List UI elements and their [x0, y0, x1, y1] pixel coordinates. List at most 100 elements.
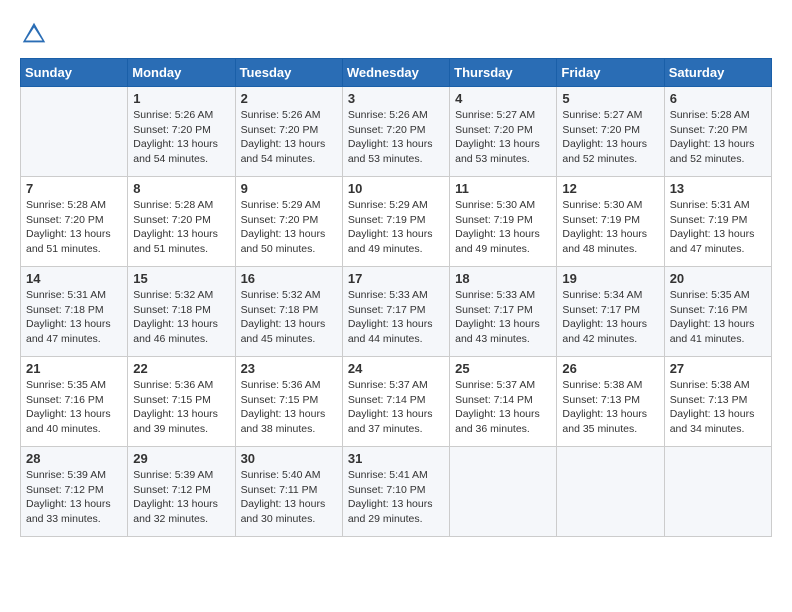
calendar-cell — [450, 447, 557, 537]
calendar-cell: 12Sunrise: 5:30 AMSunset: 7:19 PMDayligh… — [557, 177, 664, 267]
day-info: Sunrise: 5:33 AMSunset: 7:17 PMDaylight:… — [348, 288, 444, 347]
calendar-cell: 4 Sunrise: 5:27 AMSunset: 7:20 PMDaylight… — [450, 87, 557, 177]
day-info: Sunrise: 5:31 AMSunset: 7:19 PMDaylight:… — [670, 198, 766, 257]
day-number: 13 — [670, 181, 766, 196]
day-info: Sunrise: 5:38 AMSunset: 7:13 PMDaylight:… — [670, 378, 766, 437]
day-number: 30 — [241, 451, 337, 466]
day-info: Sunrise: 5:36 AMSunset: 7:15 PMDaylight:… — [241, 378, 337, 437]
calendar-cell — [21, 87, 128, 177]
weekday-header-row: SundayMondayTuesdayWednesdayThursdayFrid… — [21, 59, 772, 87]
day-number: 1 — [133, 91, 229, 106]
week-row-1: 1 Sunrise: 5:26 AMSunset: 7:20 PMDaylight… — [21, 87, 772, 177]
day-number: 29 — [133, 451, 229, 466]
day-number: 26 — [562, 361, 658, 376]
day-number: 28 — [26, 451, 122, 466]
calendar-cell — [557, 447, 664, 537]
day-info: Sunrise: 5:26 AMSunset: 7:20 PMDaylight:… — [241, 108, 337, 167]
calendar-cell: 19 Sunrise: 5:34 AMSunset: 7:17 PMDayligh… — [557, 267, 664, 357]
calendar-cell: 21 Sunrise: 5:35 AMSunset: 7:16 PMDayligh… — [21, 357, 128, 447]
day-info: Sunrise: 5:39 AMSunset: 7:12 PMDaylight:… — [26, 468, 122, 527]
day-info: Sunrise: 5:35 AMSunset: 7:16 PMDaylight:… — [26, 378, 122, 437]
calendar-cell: 31Sunrise: 5:41 AMSunset: 7:10 PMDayligh… — [342, 447, 449, 537]
page-header — [20, 20, 772, 48]
calendar-cell: 14 Sunrise: 5:31 AMSunset: 7:18 PMDayligh… — [21, 267, 128, 357]
calendar-cell: 1 Sunrise: 5:26 AMSunset: 7:20 PMDaylight… — [128, 87, 235, 177]
day-number: 14 — [26, 271, 122, 286]
calendar-cell: 7 Sunrise: 5:28 AMSunset: 7:20 PMDaylight… — [21, 177, 128, 267]
calendar-cell: 28 Sunrise: 5:39 AMSunset: 7:12 PMDayligh… — [21, 447, 128, 537]
day-number: 16 — [241, 271, 337, 286]
day-info: Sunrise: 5:28 AMSunset: 7:20 PMDaylight:… — [26, 198, 122, 257]
day-number: 31 — [348, 451, 444, 466]
day-number: 9 — [241, 181, 337, 196]
day-info: Sunrise: 5:38 AMSunset: 7:13 PMDaylight:… — [562, 378, 658, 437]
day-number: 2 — [241, 91, 337, 106]
weekday-header-tuesday: Tuesday — [235, 59, 342, 87]
day-number: 17 — [348, 271, 444, 286]
day-info: Sunrise: 5:37 AMSunset: 7:14 PMDaylight:… — [455, 378, 551, 437]
calendar-cell: 10Sunrise: 5:29 AMSunset: 7:19 PMDayligh… — [342, 177, 449, 267]
day-number: 11 — [455, 181, 551, 196]
day-info: Sunrise: 5:29 AMSunset: 7:20 PMDaylight:… — [241, 198, 337, 257]
day-number: 21 — [26, 361, 122, 376]
day-info: Sunrise: 5:35 AMSunset: 7:16 PMDaylight:… — [670, 288, 766, 347]
calendar-cell: 9 Sunrise: 5:29 AMSunset: 7:20 PMDaylight… — [235, 177, 342, 267]
logo — [20, 20, 52, 48]
calendar-cell: 8 Sunrise: 5:28 AMSunset: 7:20 PMDaylight… — [128, 177, 235, 267]
weekday-header-saturday: Saturday — [664, 59, 771, 87]
calendar-cell: 29 Sunrise: 5:39 AMSunset: 7:12 PMDayligh… — [128, 447, 235, 537]
calendar-cell: 22 Sunrise: 5:36 AMSunset: 7:15 PMDayligh… — [128, 357, 235, 447]
day-number: 3 — [348, 91, 444, 106]
day-number: 5 — [562, 91, 658, 106]
calendar-cell: 23 Sunrise: 5:36 AMSunset: 7:15 PMDayligh… — [235, 357, 342, 447]
day-info: Sunrise: 5:27 AMSunset: 7:20 PMDaylight:… — [455, 108, 551, 167]
day-info: Sunrise: 5:26 AMSunset: 7:20 PMDaylight:… — [348, 108, 444, 167]
calendar-cell: 24 Sunrise: 5:37 AMSunset: 7:14 PMDayligh… — [342, 357, 449, 447]
day-info: Sunrise: 5:31 AMSunset: 7:18 PMDaylight:… — [26, 288, 122, 347]
day-number: 24 — [348, 361, 444, 376]
calendar-cell: 3 Sunrise: 5:26 AMSunset: 7:20 PMDaylight… — [342, 87, 449, 177]
calendar-cell: 13 Sunrise: 5:31 AMSunset: 7:19 PMDayligh… — [664, 177, 771, 267]
week-row-4: 21 Sunrise: 5:35 AMSunset: 7:16 PMDayligh… — [21, 357, 772, 447]
day-number: 25 — [455, 361, 551, 376]
day-info: Sunrise: 5:28 AMSunset: 7:20 PMDaylight:… — [670, 108, 766, 167]
weekday-header-friday: Friday — [557, 59, 664, 87]
day-number: 8 — [133, 181, 229, 196]
day-info: Sunrise: 5:26 AMSunset: 7:20 PMDaylight:… — [133, 108, 229, 167]
day-info: Sunrise: 5:39 AMSunset: 7:12 PMDaylight:… — [133, 468, 229, 527]
day-info: Sunrise: 5:27 AMSunset: 7:20 PMDaylight:… — [562, 108, 658, 167]
day-number: 22 — [133, 361, 229, 376]
day-info: Sunrise: 5:29 AMSunset: 7:19 PMDaylight:… — [348, 198, 444, 257]
day-number: 19 — [562, 271, 658, 286]
calendar-cell: 17 Sunrise: 5:33 AMSunset: 7:17 PMDayligh… — [342, 267, 449, 357]
day-number: 4 — [455, 91, 551, 106]
day-info: Sunrise: 5:30 AMSunset: 7:19 PMDaylight:… — [455, 198, 551, 257]
day-info: Sunrise: 5:36 AMSunset: 7:15 PMDaylight:… — [133, 378, 229, 437]
day-info: Sunrise: 5:40 AMSunset: 7:11 PMDaylight:… — [241, 468, 337, 527]
calendar-table: SundayMondayTuesdayWednesdayThursdayFrid… — [20, 58, 772, 537]
day-number: 12 — [562, 181, 658, 196]
day-info: Sunrise: 5:28 AMSunset: 7:20 PMDaylight:… — [133, 198, 229, 257]
calendar-cell: 11 Sunrise: 5:30 AMSunset: 7:19 PMDayligh… — [450, 177, 557, 267]
calendar-cell: 5 Sunrise: 5:27 AMSunset: 7:20 PMDaylight… — [557, 87, 664, 177]
weekday-header-monday: Monday — [128, 59, 235, 87]
day-info: Sunrise: 5:32 AMSunset: 7:18 PMDaylight:… — [133, 288, 229, 347]
day-info: Sunrise: 5:32 AMSunset: 7:18 PMDaylight:… — [241, 288, 337, 347]
day-number: 7 — [26, 181, 122, 196]
logo-icon — [20, 20, 48, 48]
calendar-cell: 26 Sunrise: 5:38 AMSunset: 7:13 PMDayligh… — [557, 357, 664, 447]
calendar-cell — [664, 447, 771, 537]
day-number: 23 — [241, 361, 337, 376]
weekday-header-sunday: Sunday — [21, 59, 128, 87]
week-row-2: 7 Sunrise: 5:28 AMSunset: 7:20 PMDaylight… — [21, 177, 772, 267]
weekday-header-thursday: Thursday — [450, 59, 557, 87]
day-info: Sunrise: 5:34 AMSunset: 7:17 PMDaylight:… — [562, 288, 658, 347]
day-number: 15 — [133, 271, 229, 286]
calendar-cell: 16 Sunrise: 5:32 AMSunset: 7:18 PMDayligh… — [235, 267, 342, 357]
calendar-cell: 27Sunrise: 5:38 AMSunset: 7:13 PMDayligh… — [664, 357, 771, 447]
day-info: Sunrise: 5:37 AMSunset: 7:14 PMDaylight:… — [348, 378, 444, 437]
week-row-3: 14 Sunrise: 5:31 AMSunset: 7:18 PMDayligh… — [21, 267, 772, 357]
calendar-cell: 18Sunrise: 5:33 AMSunset: 7:17 PMDayligh… — [450, 267, 557, 357]
calendar-cell: 30 Sunrise: 5:40 AMSunset: 7:11 PMDayligh… — [235, 447, 342, 537]
day-number: 18 — [455, 271, 551, 286]
